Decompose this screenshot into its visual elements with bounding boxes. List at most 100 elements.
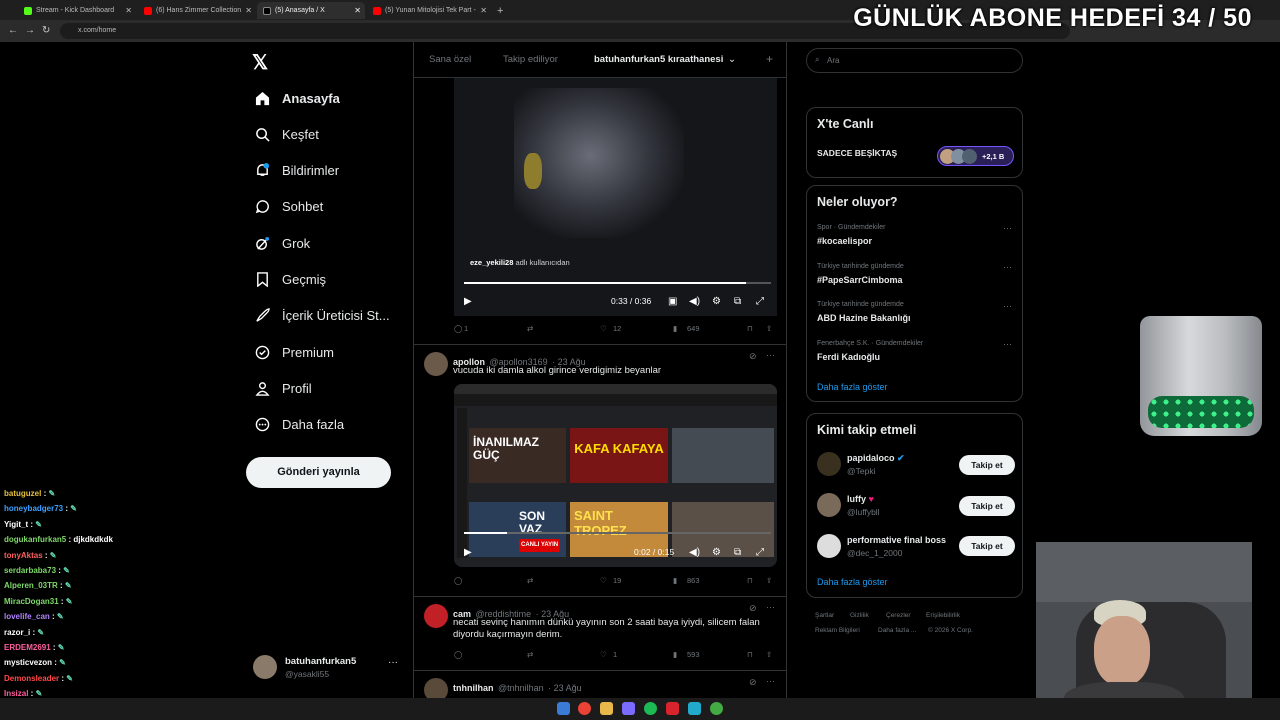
start-icon[interactable] <box>557 702 570 715</box>
spotify-icon[interactable] <box>644 702 657 715</box>
new-tab-icon[interactable]: + <box>494 2 510 19</box>
trend-item[interactable]: Ferdi Kadıoğlu <box>817 352 880 362</box>
sidebar-item-home[interactable]: Anasayfa <box>254 88 340 108</box>
suggestion-name[interactable]: performative final boss <box>847 535 946 545</box>
avatar[interactable] <box>817 493 841 517</box>
sidebar-item-more[interactable]: Daha fazla <box>254 414 344 434</box>
app-icon[interactable] <box>666 702 679 715</box>
chrome-icon[interactable] <box>578 702 591 715</box>
avatar[interactable] <box>424 604 448 628</box>
add-tab-icon[interactable]: + <box>766 52 773 66</box>
reload-icon[interactable]: ↻ <box>42 25 50 36</box>
x-logo-icon[interactable]: 𝕏 <box>252 50 268 75</box>
footer-link[interactable]: Çerezler <box>886 612 911 619</box>
volume-icon[interactable]: ◀) <box>689 547 700 558</box>
timeline[interactable]: Sana özel Takip ediliyor batuhanfurkan5 … <box>413 42 787 720</box>
suggestion-name[interactable]: luffy ♥ <box>847 494 874 504</box>
avatar[interactable] <box>424 352 448 376</box>
play-icon[interactable]: ▶ <box>464 547 472 558</box>
avatar[interactable] <box>817 452 841 476</box>
browser-tab[interactable]: (6) Hans Zimmer Collection ✕ <box>138 2 256 19</box>
settings-icon[interactable]: ⚙ <box>712 296 721 307</box>
more-dots-icon[interactable]: ··· <box>1003 262 1012 272</box>
tab-community[interactable]: batuhanfurkan5 kıraathanesi <box>594 54 723 65</box>
fullscreen-icon[interactable]: ⤢ <box>756 296 764 307</box>
repost-icon[interactable]: ⇄ <box>527 576 533 585</box>
app-icon[interactable] <box>688 702 701 715</box>
sidebar-item-bookmarks[interactable]: Geçmiş <box>254 269 326 289</box>
sidebar-item-premium[interactable]: Premium <box>254 342 334 362</box>
account-switcher[interactable]: batuhanfurkan5 @yasakli55 ··· <box>253 655 403 683</box>
grok-icon[interactable]: ⊘ <box>749 603 757 614</box>
play-icon[interactable]: ▶ <box>464 296 472 307</box>
bookmark-icon[interactable]: ⊓ <box>747 324 753 333</box>
repost-icon[interactable]: ⇄ <box>527 650 533 659</box>
footer-link[interactable]: Gizlilik <box>850 612 869 619</box>
search-input[interactable]: Ara <box>806 48 1023 73</box>
like-icon[interactable]: ♡ <box>600 576 607 585</box>
follow-button[interactable]: Takip et <box>959 496 1015 516</box>
share-icon[interactable]: ⇧ <box>766 324 772 333</box>
repost-icon[interactable]: ⇄ <box>527 324 533 333</box>
pip-icon[interactable]: ⧉ <box>734 296 741 307</box>
footer-link[interactable]: Erişilebilirlik <box>926 612 960 619</box>
more-dots-icon[interactable]: ··· <box>766 676 775 686</box>
live-listeners[interactable]: +2,1 B <box>937 146 1014 166</box>
grok-icon[interactable]: ⊘ <box>749 677 757 688</box>
sidebar-item-grok[interactable]: Grok <box>254 233 310 253</box>
more-dots-icon[interactable]: ··· <box>1003 339 1012 349</box>
more-dots-icon[interactable]: ··· <box>388 657 398 668</box>
video-player[interactable]: İNANILMAZ GÜÇ KAFA KAFAYA SON VAZCANLI Y… <box>454 384 777 567</box>
reply-icon[interactable]: ◯ <box>454 650 462 659</box>
share-icon[interactable]: ⇧ <box>766 650 772 659</box>
close-icon[interactable]: ✕ <box>245 6 252 15</box>
video-progress-track[interactable] <box>464 532 771 534</box>
share-icon[interactable]: ⇧ <box>766 576 772 585</box>
settings-icon[interactable]: ⚙ <box>712 547 721 558</box>
show-more-link[interactable]: Daha fazla göster <box>817 577 888 587</box>
more-dots-icon[interactable]: ··· <box>766 602 775 612</box>
reply-icon[interactable]: ◯ <box>454 324 462 333</box>
app-icon[interactable] <box>710 702 723 715</box>
tab-for-you[interactable]: Sana özel <box>429 54 471 65</box>
close-icon[interactable]: ✕ <box>480 6 487 15</box>
volume-icon[interactable]: ◀) <box>689 296 700 307</box>
footer-link[interactable]: Daha fazla ... <box>878 627 916 634</box>
more-dots-icon[interactable]: ··· <box>1003 301 1012 311</box>
browser-tab[interactable]: (5) Yunan Mitolojisi Tek Part - ✕ <box>367 2 491 19</box>
post-button[interactable]: Gönderi yayınla <box>246 457 391 488</box>
discord-icon[interactable] <box>622 702 635 715</box>
reply-icon[interactable]: ◯ <box>454 576 462 585</box>
footer-link[interactable]: Şartlar <box>815 612 834 619</box>
show-more-link[interactable]: Daha fazla göster <box>817 382 888 392</box>
trend-item[interactable]: #PapeSarrCimboma <box>817 275 903 285</box>
browser-tab-active[interactable]: (5) Anasayfa / X ✕ <box>257 2 365 19</box>
folder-icon[interactable] <box>600 702 613 715</box>
more-dots-icon[interactable]: ··· <box>1003 223 1012 233</box>
bookmark-icon[interactable]: ⊓ <box>747 650 753 659</box>
tab-following[interactable]: Takip ediliyor <box>503 54 558 65</box>
sidebar-item-profile[interactable]: Profil <box>254 378 312 398</box>
chevron-down-icon[interactable]: ⌄ <box>728 54 736 65</box>
like-icon[interactable]: ♡ <box>600 650 607 659</box>
follow-button[interactable]: Takip et <box>959 455 1015 475</box>
more-dots-icon[interactable]: ··· <box>766 350 775 360</box>
forward-icon[interactable]: → <box>25 25 35 36</box>
fullscreen-icon[interactable]: ⤢ <box>756 547 764 558</box>
footer-link[interactable]: Reklam Bilgileri <box>815 627 860 634</box>
sidebar-item-notifications[interactable]: Bildirimler <box>254 160 339 180</box>
suggestion-name[interactable]: papidaloco ✔ <box>847 453 905 464</box>
sidebar-item-creator-studio[interactable]: İçerik Üreticisi St... <box>254 305 390 325</box>
post-author[interactable]: tnhnilhan <box>453 683 494 693</box>
bookmark-icon[interactable]: ⊓ <box>747 576 753 585</box>
browser-tab[interactable]: Stream - Kick Dashboard ✕ <box>18 2 136 19</box>
avatar[interactable] <box>817 534 841 558</box>
video-player[interactable]: eze_yekili28 adlı kullanıcıdan ▶ 0:33 / … <box>454 78 777 316</box>
captions-icon[interactable]: ▣ <box>668 296 677 307</box>
trend-item[interactable]: ABD Hazine Bakanlığı <box>817 313 911 323</box>
close-icon[interactable]: ✕ <box>125 6 132 15</box>
back-icon[interactable]: ← <box>8 25 18 36</box>
sidebar-item-chat[interactable]: Sohbet <box>254 196 323 216</box>
like-icon[interactable]: ♡ <box>600 324 607 333</box>
live-stream-title[interactable]: SADECE BEŞİKTAŞ <box>817 148 897 158</box>
